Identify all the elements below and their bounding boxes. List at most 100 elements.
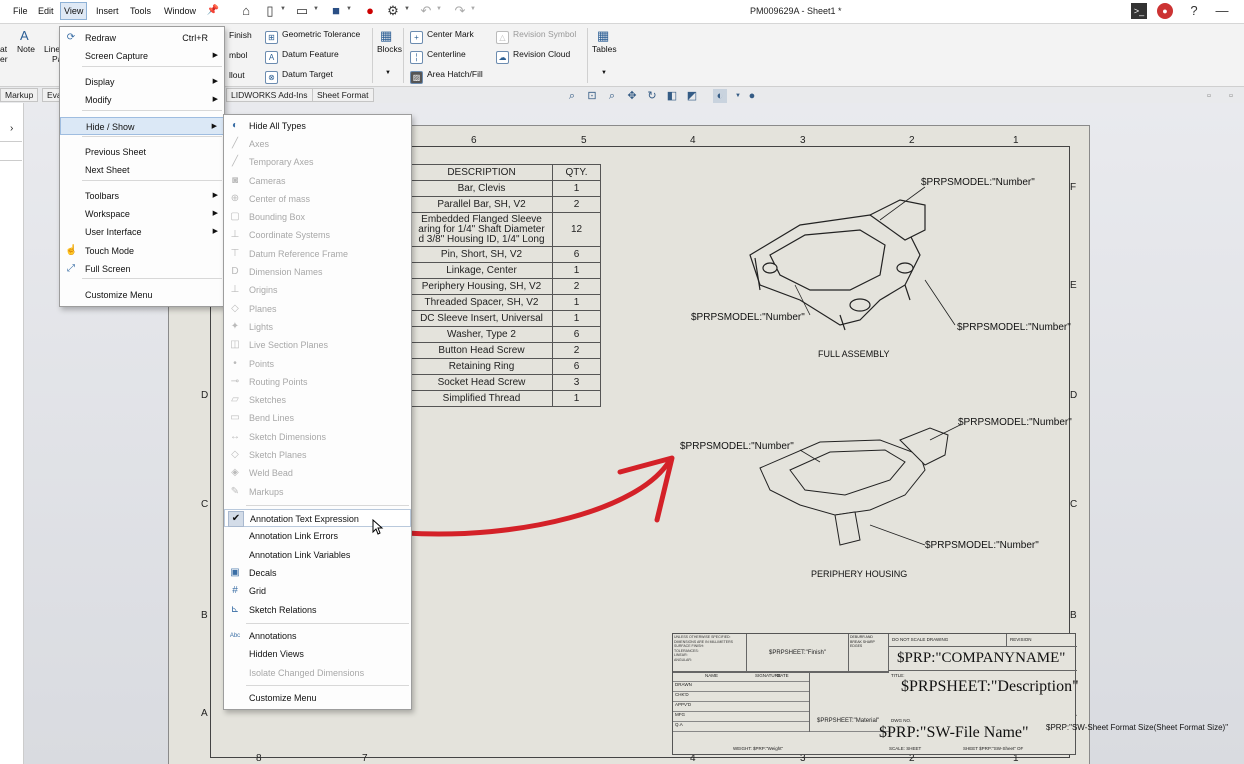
submenu-arrow-icon: ▶: [212, 52, 218, 59]
balloon-note-1[interactable]: $PRPSMODEL:"Number": [921, 177, 1035, 188]
hide-show-item-label: Origins: [249, 285, 278, 295]
balloon-note-3[interactable]: $PRPSMODEL:"Number": [957, 322, 1071, 333]
view-menu-item-display[interactable]: Display ▶: [60, 73, 224, 91]
hide-show-item-bounding-box: ▢ Bounding Box: [224, 208, 411, 226]
sketch-dimensions-icon: ↔: [230, 431, 240, 442]
view-menu-item-previous-sheet[interactable]: Previous Sheet: [60, 143, 224, 161]
view-menu-item-touch-mode[interactable]: ☝ Touch Mode: [60, 242, 224, 260]
coordinate-systems-icon: ⊥: [230, 229, 240, 240]
hide-show-item-axes: ╱ Axes: [224, 135, 411, 153]
hide-show-item-grid[interactable]: # Grid: [224, 582, 411, 600]
title-block[interactable]: UNLESS OTHERWISE SPECIFIED: DIMENSIONS AR…: [672, 633, 1079, 755]
view-label-periphery-housing[interactable]: PERIPHERY HOUSING: [811, 569, 907, 579]
view-menu-item-full-screen[interactable]: ⤢ Full Screen: [60, 260, 224, 278]
hide-show-item-center-of-mass: ⊕ Center of mass: [224, 190, 411, 208]
hide-show-item-label: Points: [249, 359, 275, 369]
hide-show-item-label: Customize Menu: [249, 693, 317, 703]
hide-show-item-label: Coordinate Systems: [249, 230, 331, 240]
tb-finish-cell: $PRPSHEET:"Finish": [747, 634, 849, 672]
annotations-icon: Abc: [229, 633, 241, 639]
hide-show-item-hide-all-types[interactable]: ◐ Hide All Types: [224, 117, 411, 135]
fullscreen-icon: ⤢: [67, 263, 75, 274]
view-menu-item-redraw[interactable]: ⟳ Redraw Ctrl+R: [60, 29, 224, 47]
menu-separator: [82, 136, 222, 137]
balloon-note-2[interactable]: $PRPSMODEL:"Number": [691, 312, 805, 323]
redraw-icon: ⟳: [66, 32, 76, 43]
hide-show-item-label: Bounding Box: [249, 212, 306, 222]
submenu-arrow-icon: ▶: [212, 96, 218, 103]
mouse-cursor-icon: [372, 519, 384, 535]
hide-show-item-hidden-views[interactable]: Hidden Views: [224, 645, 411, 663]
hide-show-item-dimension-names: D Dimension Names: [224, 263, 411, 281]
view-menu-item-label: Workspace: [85, 209, 130, 219]
axes-icon: ╱: [231, 138, 239, 149]
hide-show-item-sketch-planes: ◇ Sketch Planes: [224, 446, 411, 464]
tb-material: $PRPSHEET:"Material": [817, 718, 880, 724]
hide-show-item-annotation-link-variables[interactable]: Annotation Link Variables: [224, 546, 411, 564]
hide-show-item-label: Annotation Link Variables: [249, 550, 351, 560]
view-menu-item-modify[interactable]: Modify ▶: [60, 91, 224, 109]
full-assembly-view: [749, 186, 956, 331]
view-menu-item-next-sheet[interactable]: Next Sheet: [60, 161, 224, 179]
dimension-names-icon: D: [231, 266, 239, 277]
tb-file-name: $PRP:"SW-File Name": [879, 724, 1029, 741]
submenu-arrow-icon: ▶: [212, 210, 218, 217]
hide-show-item-customize-menu[interactable]: Customize Menu: [224, 689, 411, 707]
view-menu-item-label: Touch Mode: [85, 246, 135, 256]
hide-show-item-label: Routing Points: [249, 377, 308, 387]
hide-show-item-coordinate-systems: ⊥ Coordinate Systems: [224, 226, 411, 244]
view-menu-item-workspace[interactable]: Workspace ▶: [60, 205, 224, 223]
tb-date-col: DATE: [777, 673, 789, 678]
hide-show-item-label: Markups: [249, 487, 284, 497]
hide-show-item-label: Cameras: [249, 176, 286, 186]
bounding-box-icon: ▢: [230, 211, 240, 222]
hide-show-item-label: Center of mass: [249, 194, 311, 204]
hide-show-item-planes: ◇ Planes: [224, 300, 411, 318]
menu-separator: [82, 110, 222, 111]
balloon-note-4[interactable]: $PRPSMODEL:"Number": [958, 417, 1072, 428]
hide-show-item-sketch-relations[interactable]: ⊾ Sketch Relations: [224, 601, 411, 619]
view-label-full-assembly[interactable]: FULL ASSEMBLY: [818, 349, 890, 359]
hide-show-item-cameras: ◙ Cameras: [224, 172, 411, 190]
hide-show-item-label: Hide All Types: [249, 121, 306, 131]
touch-icon: ☝: [65, 245, 78, 256]
view-menu-item-screen-capture[interactable]: Screen Capture ▶: [60, 47, 224, 65]
tb-row-drawn: DRAWN: [675, 682, 692, 687]
hide-show-item-label: Annotations: [249, 631, 297, 641]
hide-show-item-label: Grid: [249, 586, 267, 596]
hide-show-item-decals[interactable]: ▣ Decals: [224, 564, 411, 582]
view-menu-item-label: Modify: [85, 95, 112, 105]
menu-separator: [246, 685, 409, 686]
hide-show-item-label: Annotation Text Expression: [250, 514, 359, 524]
tb-weight: WEIGHT: $PRP:"Weight": [733, 746, 784, 751]
tb-line: [673, 711, 809, 712]
view-menu-item-toolbars[interactable]: Toolbars ▶: [60, 187, 224, 205]
view-menu-dropdown[interactable]: ⟳ Redraw Ctrl+R Screen Capture ▶ Display ▶ Modi…: [59, 26, 225, 307]
hide-all-types-icon: ◐: [231, 120, 239, 131]
tb-revision: REVISION: [1007, 634, 1077, 647]
tb-sheet: SHEET $PRP:"SW-Sheet" OF: [963, 746, 1024, 751]
hide-show-item-label: Temporary Axes: [249, 157, 314, 167]
view-menu-item-label: Redraw: [85, 33, 117, 43]
view-menu-item-label: Customize Menu: [85, 290, 153, 300]
hide-show-submenu[interactable]: ◐ Hide All Types ╱ Axes ╱ Temporary Axes ◙ Came…: [223, 114, 412, 710]
hide-show-item-label: Axes: [249, 139, 270, 149]
submenu-arrow-icon: ▶: [212, 78, 218, 85]
tb-row-qa: Q.A: [675, 722, 683, 727]
tb-row-chkd: CHK'D: [675, 692, 689, 697]
hide-show-item-label: Sketches: [249, 395, 287, 405]
tb-deburr-cell: DEBURR AND BREAK SHARP EDGES: [849, 634, 889, 672]
view-menu-item-user-interface[interactable]: User Interface ▶: [60, 223, 224, 241]
view-menu-item-hide-show[interactable]: Hide / Show ▶: [60, 117, 224, 135]
tb-revision-label: REVISION: [1010, 637, 1032, 642]
view-menu-item-customize-menu[interactable]: Customize Menu: [60, 286, 224, 304]
menu-separator: [246, 623, 409, 624]
tb-line: [673, 681, 809, 682]
tb-line: [673, 691, 809, 692]
balloon-note-6[interactable]: $PRPSMODEL:"Number": [925, 540, 1039, 551]
hide-show-item-annotations[interactable]: Abc Annotations: [224, 627, 411, 645]
view-menu-item-label: Toolbars: [85, 191, 120, 201]
view-menu-item-label: Previous Sheet: [85, 147, 147, 157]
origins-icon: ⊥: [230, 284, 240, 295]
balloon-note-5[interactable]: $PRPSMODEL:"Number": [680, 441, 794, 452]
